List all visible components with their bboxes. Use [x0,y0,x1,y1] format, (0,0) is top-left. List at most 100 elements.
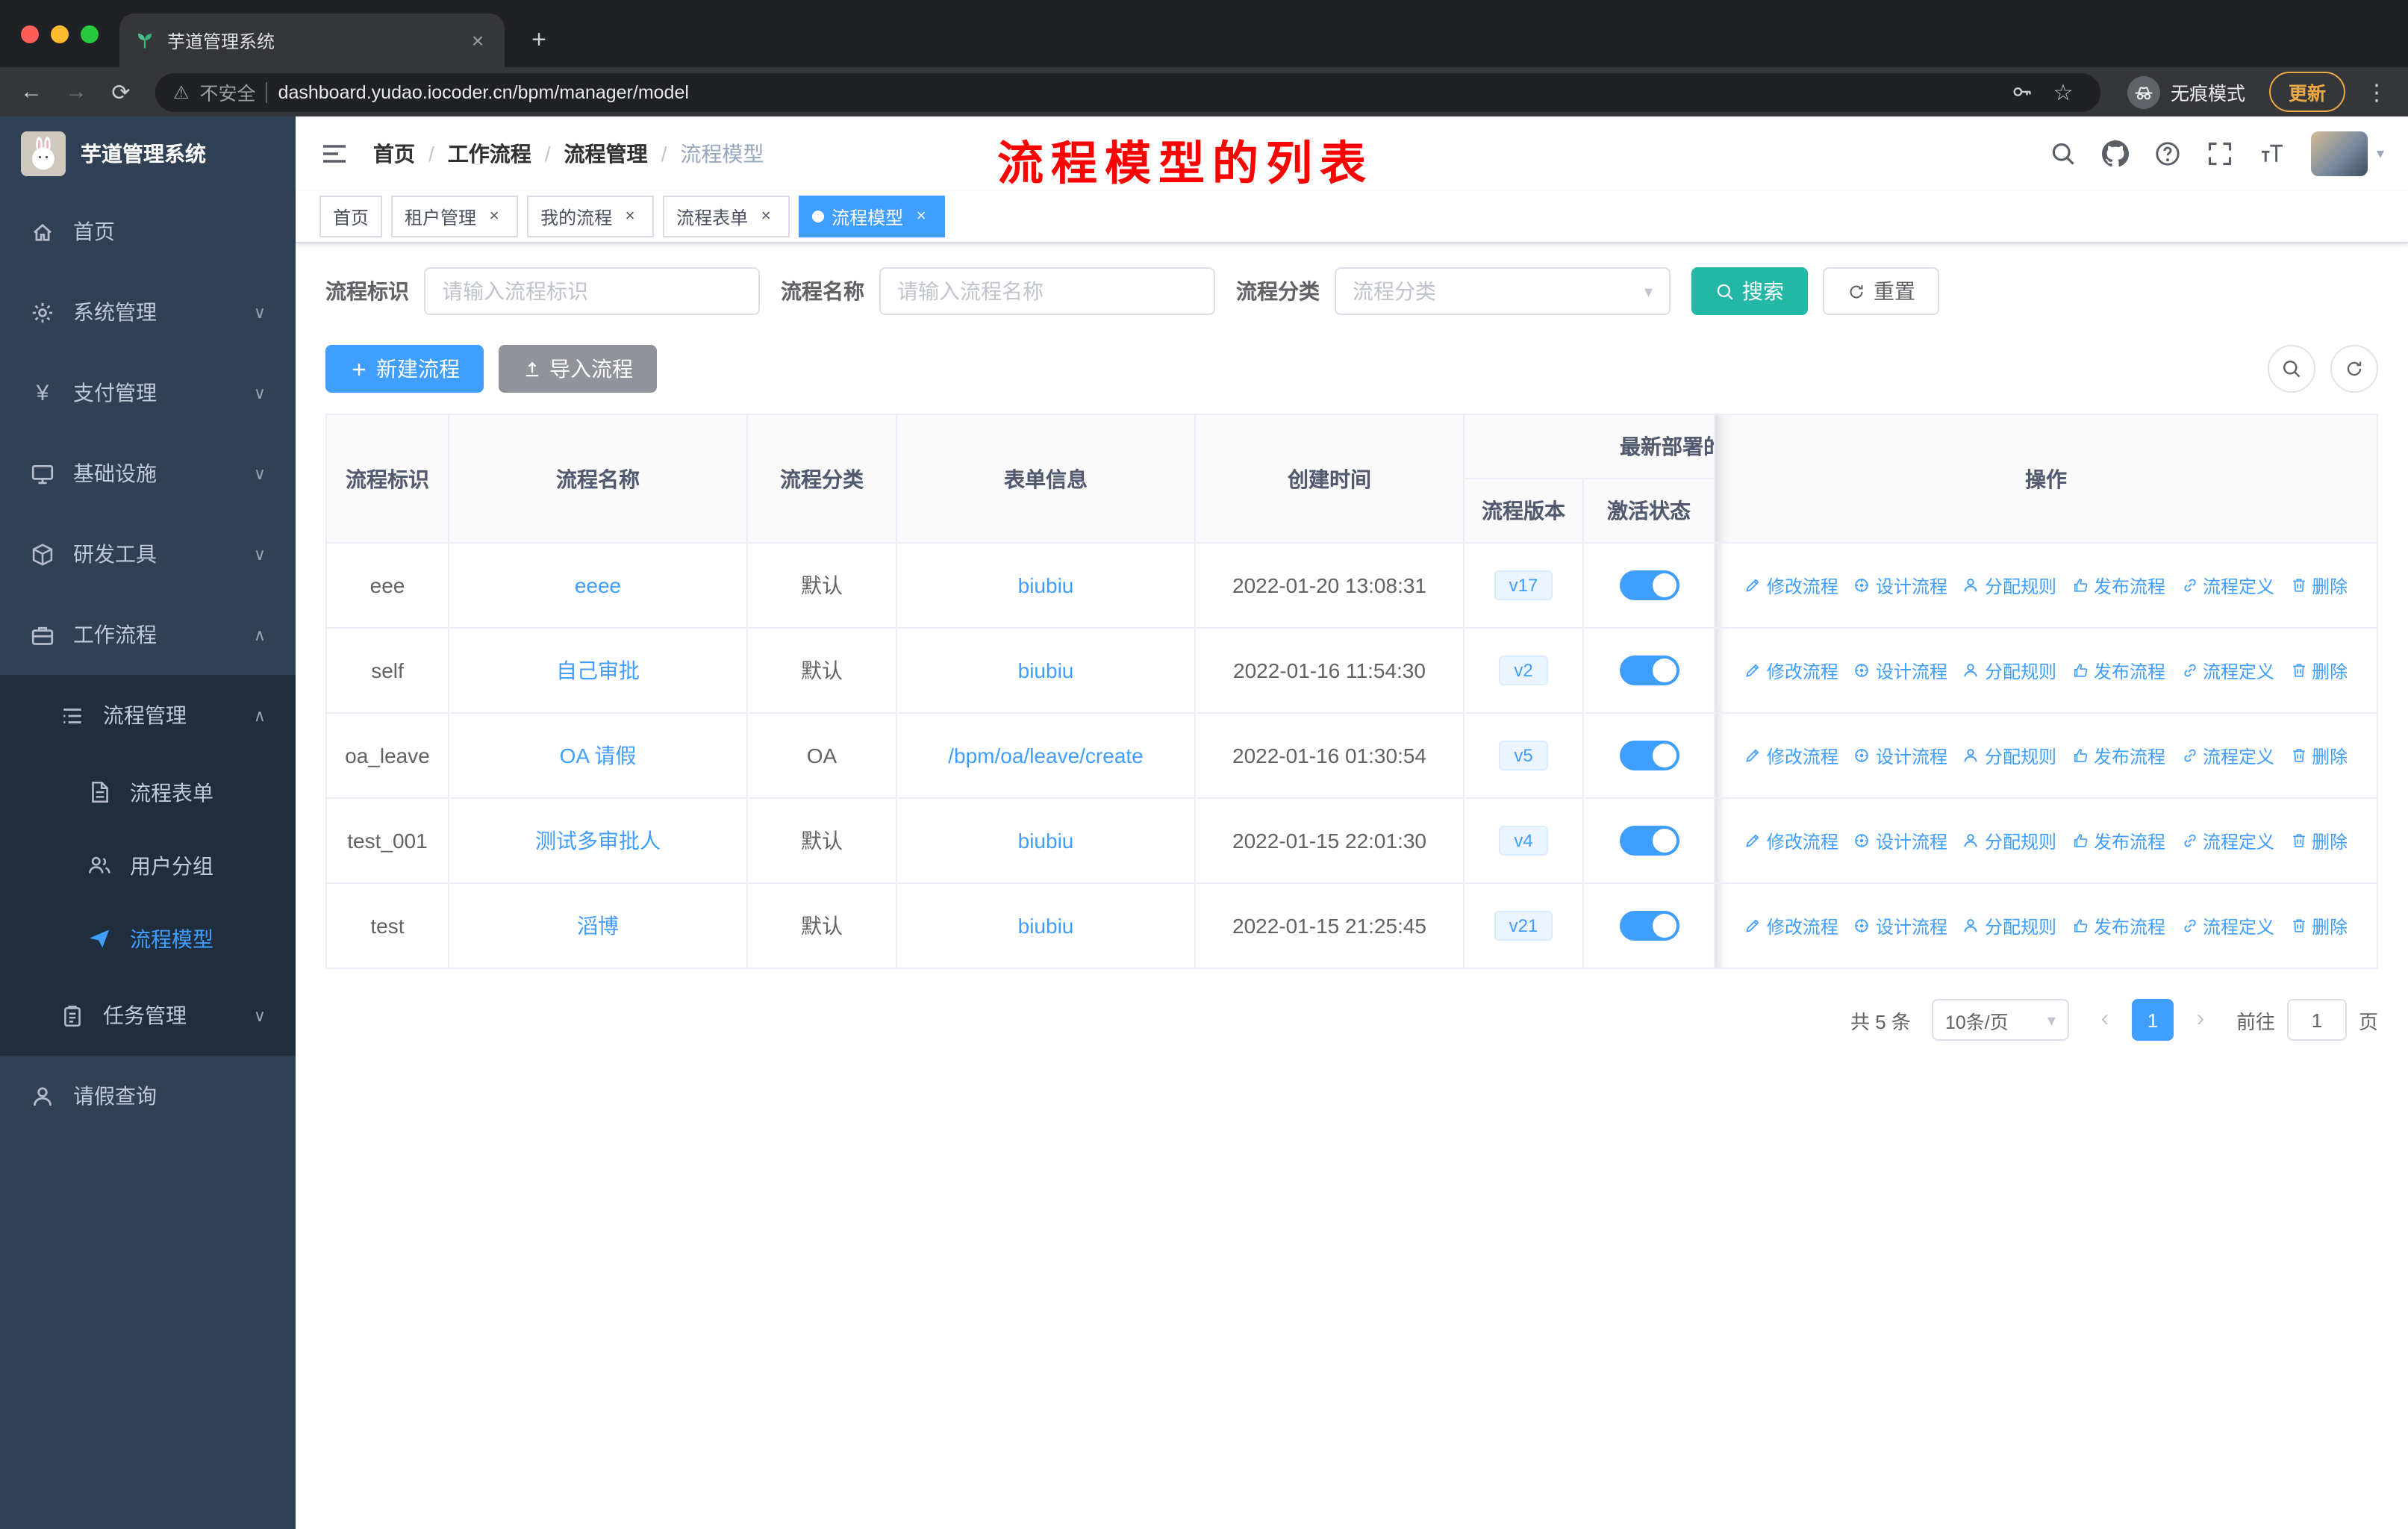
delete-process-link[interactable]: 删除 [2289,658,2348,683]
active-switch[interactable] [1619,655,1679,685]
publish-process-link[interactable]: 发布流程 [2071,658,2165,683]
sidebar-item-process-form[interactable]: 流程表单 [0,756,296,829]
active-switch[interactable] [1619,911,1679,941]
version-tag[interactable]: v2 [1499,655,1548,685]
edit-process-link[interactable]: 修改流程 [1744,828,1838,853]
active-switch[interactable] [1619,826,1679,856]
key-icon[interactable] [2011,81,2033,103]
process-name-input[interactable] [879,267,1215,315]
reload-button[interactable]: ⟳ [102,72,140,111]
address-bar[interactable]: ⚠ 不安全 dashboard.yudao.iocoder.cn/bpm/man… [155,72,2100,111]
next-page-button[interactable]: › [2186,1006,2215,1033]
update-button[interactable]: 更新 [2268,72,2345,112]
process-name-link[interactable]: 自己审批 [556,658,640,682]
search-icon[interactable] [2050,140,2077,167]
sidebar-item-devtools[interactable]: 研发工具 ∨ [0,514,296,594]
assign-rule-link[interactable]: 分配规则 [1962,573,2056,598]
version-tag[interactable]: v4 [1499,826,1548,856]
back-button[interactable]: ← [12,72,51,111]
sidebar-item-leave-query[interactable]: 请假查询 [0,1056,296,1136]
sidebar-item-payment[interactable]: ¥ 支付管理 ∨ [0,352,296,433]
tag-process-model-active[interactable]: 流程模型 × [799,196,946,237]
version-tag[interactable]: v5 [1499,741,1548,770]
design-process-link[interactable]: 设计流程 [1853,573,1947,598]
tab-close-icon[interactable]: × [466,28,490,52]
sidebar-item-task-management[interactable]: 任务管理 ∨ [0,975,296,1056]
sidebar-item-home[interactable]: 首页 [0,191,296,272]
goto-page-input[interactable] [2286,999,2347,1041]
process-definition-link[interactable]: 流程定义 [2180,743,2274,768]
tag-tenant[interactable]: 租户管理 × [391,196,519,237]
assign-rule-link[interactable]: 分配规则 [1962,743,2056,768]
edit-process-link[interactable]: 修改流程 [1744,913,1838,938]
delete-process-link[interactable]: 删除 [2289,828,2348,853]
publish-process-link[interactable]: 发布流程 [2071,743,2165,768]
sidebar-item-workflow[interactable]: 工作流程 ∧ [0,594,296,675]
app-logo[interactable]: 芋道管理系统 [0,116,296,191]
publish-process-link[interactable]: 发布流程 [2071,573,2165,598]
sidebar-item-process-model[interactable]: 流程模型 [0,902,296,975]
form-info-link[interactable]: /bpm/oa/leave/create [948,744,1144,767]
breadcrumb-item[interactable]: 流程管理 [564,139,648,169]
page-number-current[interactable]: 1 [2131,999,2174,1041]
active-switch[interactable] [1619,570,1679,600]
browser-menu-icon[interactable]: ⋮ [2357,72,2396,111]
browser-tab[interactable]: 芋道管理系统 × [119,13,505,67]
design-process-link[interactable]: 设计流程 [1853,828,1947,853]
maximize-window-button[interactable] [81,25,99,43]
process-definition-link[interactable]: 流程定义 [2180,828,2274,853]
user-avatar[interactable] [2310,131,2368,176]
edit-process-link[interactable]: 修改流程 [1744,743,1838,768]
assign-rule-link[interactable]: 分配规则 [1962,828,2056,853]
tag-close-icon[interactable]: × [755,206,776,227]
process-name-link[interactable]: 滔博 [577,914,619,938]
process-name-link[interactable]: eeee [575,573,621,597]
hamburger-icon[interactable] [319,139,349,169]
prev-page-button[interactable]: ‹ [2090,1006,2120,1033]
form-info-link[interactable]: biubiu [1018,573,1074,597]
process-name-link[interactable]: OA 请假 [560,744,637,767]
security-label[interactable]: 不安全 [200,78,256,106]
publish-process-link[interactable]: 发布流程 [2071,828,2165,853]
import-process-button[interactable]: 导入流程 [499,345,657,393]
reset-button[interactable]: 重置 [1823,267,1939,315]
design-process-link[interactable]: 设计流程 [1853,913,1947,938]
publish-process-link[interactable]: 发布流程 [2071,913,2165,938]
tag-close-icon[interactable]: × [484,206,505,227]
search-button[interactable]: 搜索 [1691,267,1808,315]
process-definition-link[interactable]: 流程定义 [2180,658,2274,683]
sidebar-item-user-group[interactable]: 用户分组 [0,829,296,902]
delete-process-link[interactable]: 删除 [2289,913,2348,938]
toggle-search-button[interactable] [2268,345,2315,393]
font-size-icon[interactable] [2259,140,2286,167]
create-process-button[interactable]: 新建流程 [325,345,484,393]
delete-process-link[interactable]: 删除 [2289,743,2348,768]
process-definition-link[interactable]: 流程定义 [2180,913,2274,938]
assign-rule-link[interactable]: 分配规则 [1962,658,2056,683]
minimize-window-button[interactable] [51,25,69,43]
edit-process-link[interactable]: 修改流程 [1744,573,1838,598]
help-icon[interactable] [2154,140,2181,167]
tag-my-process[interactable]: 我的流程 × [527,196,655,237]
version-tag[interactable]: v17 [1494,570,1553,600]
design-process-link[interactable]: 设计流程 [1853,658,1947,683]
active-switch[interactable] [1619,741,1679,770]
tag-close-icon[interactable]: × [911,206,932,227]
delete-process-link[interactable]: 删除 [2289,573,2348,598]
user-menu[interactable]: ▾ [2310,131,2384,176]
fullscreen-icon[interactable] [2206,140,2233,167]
form-info-link[interactable]: biubiu [1018,829,1074,853]
bookmark-star-icon[interactable]: ☆ [2044,72,2083,111]
design-process-link[interactable]: 设计流程 [1853,743,1947,768]
edit-process-link[interactable]: 修改流程 [1744,658,1838,683]
process-category-select[interactable]: 流程分类 ▾ [1335,267,1671,315]
refresh-table-button[interactable] [2330,345,2378,393]
github-icon[interactable] [2102,140,2129,167]
tag-close-icon[interactable]: × [620,206,640,227]
version-tag[interactable]: v21 [1494,911,1553,941]
new-tab-button[interactable]: + [520,21,558,60]
close-window-button[interactable] [21,25,39,43]
url-text[interactable]: dashboard.yudao.iocoder.cn/bpm/manager/m… [278,81,689,102]
sidebar-item-process-management[interactable]: 流程管理 ∧ [0,675,296,756]
breadcrumb-item[interactable]: 首页 [373,139,415,169]
